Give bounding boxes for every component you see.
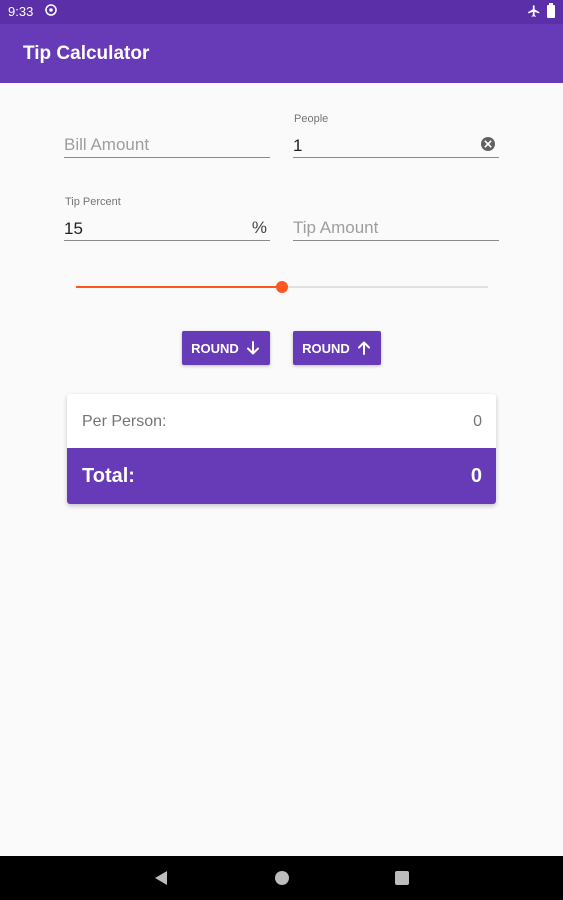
back-icon[interactable] [154, 870, 168, 886]
total-row: Total: 0 [67, 448, 496, 504]
app-bar: Tip Calculator [0, 24, 563, 83]
bill-amount-underline [64, 157, 270, 158]
home-icon[interactable] [275, 871, 289, 885]
people-value: 1 [293, 136, 303, 155]
round-down-label: ROUND [191, 340, 239, 356]
round-up-label: ROUND [302, 340, 350, 356]
tip-percent-label: Tip Percent [65, 196, 121, 208]
app-title: Tip Calculator [23, 43, 150, 64]
round-up-button[interactable]: ROUND [293, 331, 381, 365]
navigation-bar [0, 856, 563, 900]
tip-percent-value: 15 [64, 219, 83, 238]
people-underline [293, 157, 499, 158]
airplane-mode-icon [528, 5, 540, 17]
status-bar: 9:33 [0, 0, 563, 24]
people-label: People [294, 113, 329, 125]
per-person-row: Per Person: 0 [67, 394, 496, 448]
arrow-up-icon [357, 341, 370, 355]
bill-amount-placeholder: Bill Amount [64, 135, 150, 154]
slider-thumb[interactable] [276, 281, 288, 293]
per-person-value: 0 [473, 413, 482, 430]
slider-fill [76, 286, 282, 288]
notification-icon [45, 4, 57, 16]
result-card: Per Person: 0 Total: 0 [67, 394, 496, 504]
round-down-button[interactable]: ROUND [182, 331, 270, 365]
tip-percent-underline [64, 240, 270, 241]
bill-amount-field[interactable]: Bill Amount [64, 125, 270, 161]
arrow-down-icon [246, 341, 259, 355]
clear-icon[interactable] [481, 137, 495, 151]
tip-percent-field[interactable]: Tip Percent 15 % [64, 193, 270, 245]
total-value: 0 [470, 465, 482, 487]
percent-suffix: % [251, 218, 267, 237]
people-field[interactable]: People 1 [293, 110, 499, 162]
tip-amount-field[interactable]: Tip Amount [293, 208, 499, 244]
tip-amount-placeholder: Tip Amount [293, 218, 379, 237]
recents-icon[interactable] [395, 871, 409, 885]
per-person-label: Per Person: [82, 413, 167, 430]
tip-amount-underline [293, 240, 499, 241]
battery-icon [547, 3, 555, 18]
total-label: Total: [82, 465, 135, 487]
tip-percent-slider[interactable] [76, 276, 488, 298]
status-time: 9:33 [8, 4, 34, 19]
